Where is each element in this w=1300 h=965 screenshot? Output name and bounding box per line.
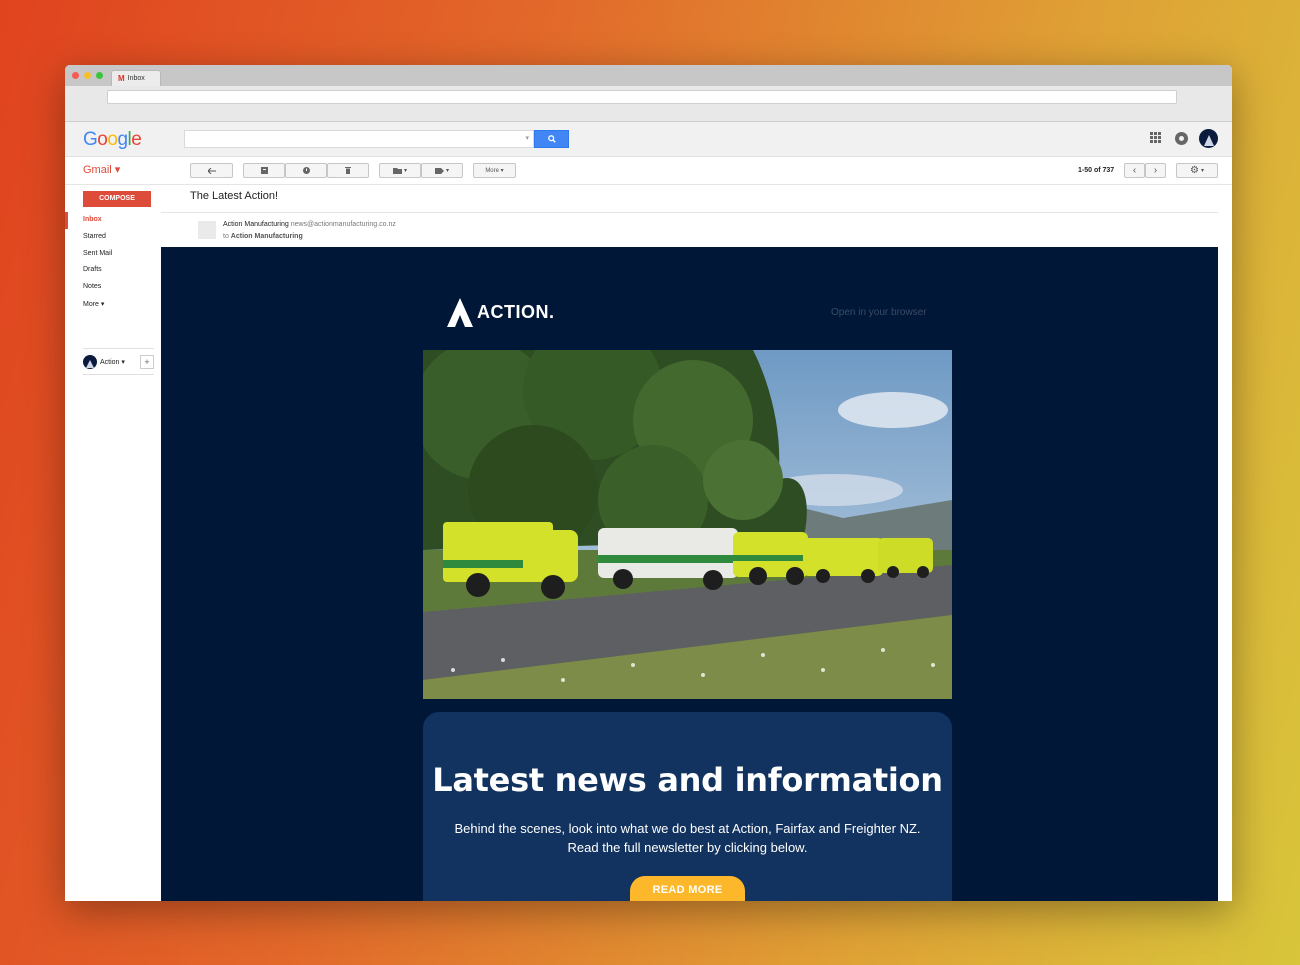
close-window-button[interactable]: [72, 72, 79, 79]
back-arrow-icon: [207, 167, 216, 174]
search-button[interactable]: [534, 130, 569, 148]
settings-button[interactable]: ⚙ ▾: [1176, 163, 1218, 178]
delete-button[interactable]: [327, 163, 369, 178]
sidebar-divider: [83, 374, 154, 375]
labels-button[interactable]: ▾: [421, 163, 463, 178]
pagination-count: 1-50 of 737: [1078, 167, 1115, 174]
recipient-line: to Action Manufacturing: [223, 233, 303, 240]
hero-image-ambulances: [423, 350, 952, 699]
report-spam-button[interactable]: [285, 163, 327, 178]
sender-avatar: [198, 221, 216, 239]
subject-divider: [161, 212, 1218, 213]
search-options-icon[interactable]: ▾: [525, 134, 529, 142]
active-indicator: [65, 212, 68, 229]
sidebar-item-starred[interactable]: Starred: [83, 233, 106, 240]
notifications-icon[interactable]: [1175, 132, 1188, 145]
open-in-browser-link[interactable]: Open in your browser: [831, 307, 927, 318]
compose-button[interactable]: COMPOSE: [83, 191, 151, 207]
report-spam-icon: [302, 167, 310, 174]
add-contact-button[interactable]: +: [140, 355, 154, 369]
news-card: Latest news and information Behind the s…: [423, 712, 952, 901]
google-logo-letter: G: [83, 129, 98, 150]
chevron-left-icon: ‹: [1132, 165, 1137, 176]
tab-strip: M Inbox: [65, 65, 1232, 86]
google-logo-letter: o: [97, 129, 108, 150]
address-bar[interactable]: [107, 90, 1177, 104]
hangouts-user[interactable]: Action ▾ +: [83, 353, 154, 371]
hero-photo: [423, 350, 952, 699]
google-logo-letter: g: [117, 129, 128, 150]
maximize-window-button[interactable]: [96, 72, 103, 79]
google-logo[interactable]: Google: [83, 129, 142, 151]
card-title: Latest news and information: [432, 761, 943, 799]
move-to-button[interactable]: ▾: [379, 163, 421, 178]
archive-icon: [260, 167, 268, 174]
card-description: Behind the scenes, look into what we do …: [454, 821, 921, 855]
tab-title: Inbox: [127, 75, 145, 82]
user-avatar: [83, 355, 97, 369]
apps-grid-icon[interactable]: [1150, 132, 1161, 143]
email-subject: The Latest Action!: [190, 190, 279, 202]
google-logo-letter: e: [131, 129, 142, 150]
gmail-icon: M: [118, 74, 125, 83]
sidebar-item-notes[interactable]: Notes: [83, 283, 101, 290]
next-page-button[interactable]: ›: [1145, 163, 1166, 178]
search-input[interactable]: ▾: [184, 130, 534, 148]
search-icon: [547, 135, 556, 143]
sender-name[interactable]: Action Manufacturing: [223, 221, 289, 228]
sidebar-item-inbox[interactable]: Inbox: [83, 216, 102, 223]
sidebar-item-drafts[interactable]: Drafts: [83, 266, 102, 273]
more-actions-button[interactable]: More ▾: [473, 163, 516, 178]
prev-page-button[interactable]: ‹: [1124, 163, 1145, 178]
read-more-button[interactable]: READ MORE: [630, 876, 745, 901]
sidebar-item-more[interactable]: More ▾: [83, 300, 104, 308]
sender-email: news@actionmanufacturing.co.nz: [290, 221, 396, 228]
trash-icon: [345, 167, 351, 174]
to-prefix: to: [223, 233, 229, 240]
email-body: ACTION. Open in your browser Latest news…: [161, 247, 1218, 901]
minimize-window-button[interactable]: [84, 72, 91, 79]
gmail-header: Google ▾: [65, 122, 1232, 157]
action-logo-mark-icon: [447, 298, 473, 327]
gmail-menu[interactable]: Gmail ▾: [83, 163, 120, 176]
label-tag-icon: [434, 167, 444, 174]
browser-chrome: M Inbox: [65, 65, 1232, 122]
google-logo-letter: o: [107, 129, 118, 150]
action-logo-text: ACTION.: [477, 302, 555, 322]
gear-icon: ⚙: [1190, 165, 1199, 176]
back-button[interactable]: [190, 163, 233, 178]
hangouts-user-name: Action ▾: [100, 359, 125, 366]
sidebar-item-sent-mail[interactable]: Sent Mail: [83, 250, 112, 257]
sidebar-divider: [83, 348, 154, 349]
browser-tab-inbox[interactable]: M Inbox: [111, 70, 161, 86]
browser-window: M Inbox Google ▾ Gmail ▾ ▾ ▾ More ▾ 1-50…: [65, 65, 1232, 901]
action-logo[interactable]: ACTION.: [447, 298, 555, 327]
sidebar: COMPOSE Inbox Starred Sent Mail Drafts N…: [65, 185, 161, 901]
sender-line: Action Manufacturing news@actionmanufact…: [223, 221, 396, 228]
mail-toolbar: Gmail ▾ ▾ ▾ More ▾ 1-50 of 737 ‹ › ⚙ ▾: [65, 157, 1232, 185]
account-avatar[interactable]: [1199, 129, 1218, 148]
recipient-name: Action Manufacturing: [230, 233, 303, 240]
folder-icon: [392, 167, 402, 174]
archive-button[interactable]: [243, 163, 285, 178]
chevron-right-icon: ›: [1153, 165, 1158, 176]
